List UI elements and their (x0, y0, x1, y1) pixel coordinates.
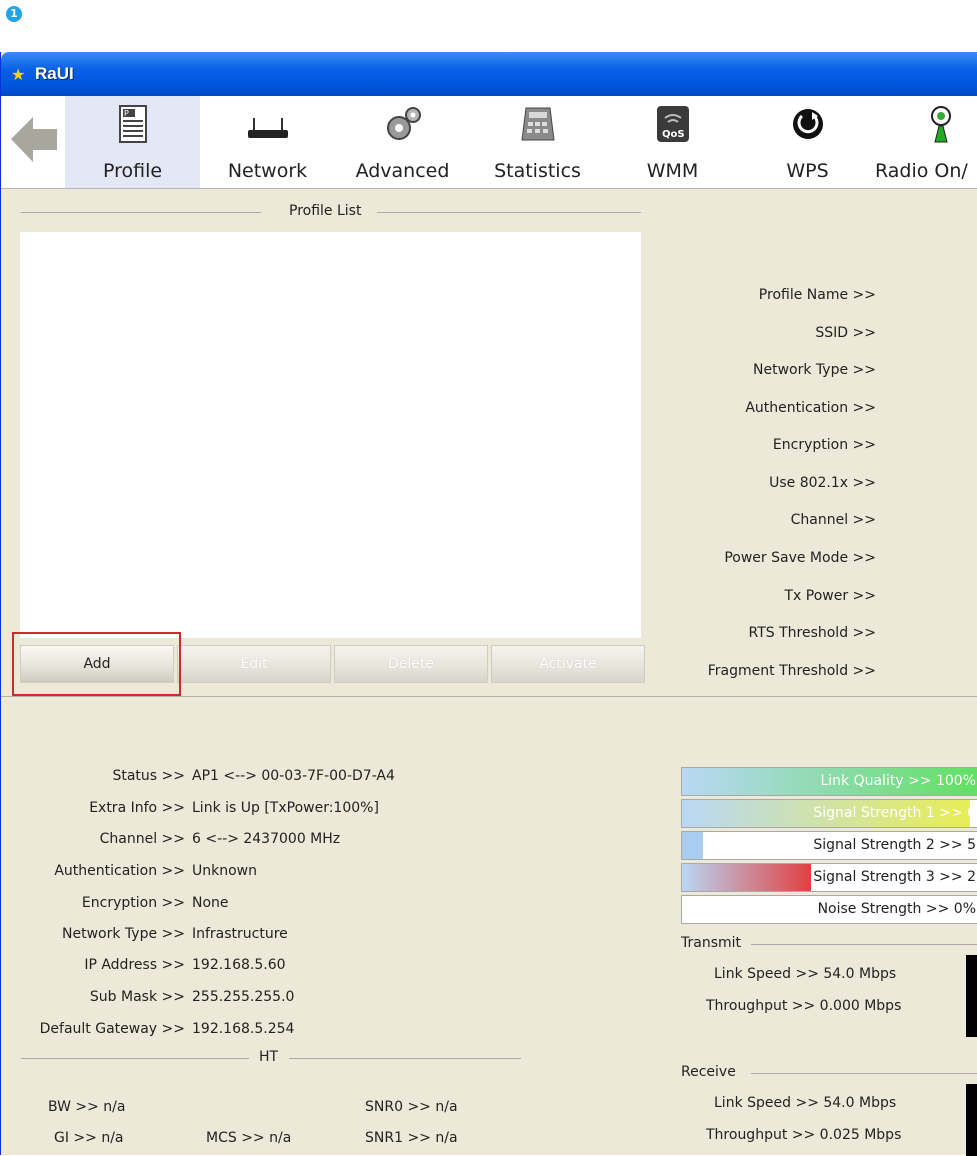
status-key-channel: Channel >> (99, 831, 185, 847)
tab-radio-on-off[interactable]: Radio On/ (875, 96, 977, 188)
status-key-ip-address: IP Address >> (84, 957, 185, 973)
signal-strength-2-bar: Signal Strength 2 >> 5 (681, 831, 977, 860)
signal-strength-1-text: Signal Strength 1 >> 6 (813, 805, 976, 821)
transmit-group: Transmit (681, 935, 977, 951)
edit-button[interactable]: Edit (177, 645, 331, 683)
link-quality-text: Link Quality >> 100% (820, 773, 976, 789)
ht-mcs: MCS >> n/a (206, 1130, 292, 1146)
status-panel: Status >> AP1 <--> 00-03-7F-00-D7-A4 Ext… (1, 697, 977, 1156)
prop-ssid: SSID >> (815, 325, 876, 341)
add-button-highlight (12, 632, 181, 696)
signal-strength-3-fill (682, 864, 811, 891)
signal-strength-3-text: Signal Strength 3 >> 2 (813, 869, 976, 885)
prop-power-save-mode: Power Save Mode >> (724, 550, 876, 566)
activate-button[interactable]: Activate (491, 645, 645, 683)
status-key-extra-info: Extra Info >> (89, 800, 185, 816)
tab-wmm[interactable]: QoS WMM (605, 96, 740, 188)
signal-strength-2-text: Signal Strength 2 >> 5 (813, 837, 976, 853)
raui-window: ★ RaUI P Profile Network Advanced Statis… (0, 52, 977, 1156)
ht-title: HT (253, 1049, 285, 1065)
status-value-network-type: Infrastructure (192, 926, 288, 942)
prop-encryption: Encryption >> (772, 437, 876, 453)
prop-fragment-threshold: Fragment Threshold >> (707, 663, 876, 679)
prop-rts-threshold: RTS Threshold >> (748, 625, 876, 641)
tab-profile[interactable]: P Profile (65, 96, 200, 188)
noise-strength-bar: Noise Strength >> 0% (681, 895, 977, 924)
profile-panel: Profile List Add Edit Delete Activate Pr… (1, 189, 977, 697)
qos-icon: QoS (656, 106, 689, 142)
prop-authentication: Authentication >> (745, 400, 876, 416)
tab-network[interactable]: Network (200, 96, 335, 188)
status-key-sub-mask: Sub Mask >> (89, 989, 185, 1005)
status-value-sub-mask: 255.255.255.0 (192, 989, 295, 1005)
calculator-icon (520, 107, 555, 141)
status-key-default-gateway: Default Gateway >> (39, 1021, 185, 1037)
svg-text:QoS: QoS (662, 129, 685, 140)
status-value-authentication: Unknown (192, 863, 257, 879)
tab-advanced[interactable]: Advanced (335, 96, 470, 188)
ht-snr0: SNR0 >> n/a (365, 1099, 458, 1115)
status-value-status: AP1 <--> 00-03-7F-00-D7-A4 (192, 768, 395, 784)
profile-icon: P (118, 105, 147, 143)
transmit-graph (966, 955, 977, 1037)
window-title: RaUI (35, 64, 74, 83)
status-key-encryption: Encryption >> (81, 895, 185, 911)
status-key-network-type: Network Type >> (62, 926, 185, 942)
tab-network-label: Network (227, 160, 308, 182)
transmit-throughput: Throughput >> 0.000 Mbps (706, 998, 902, 1014)
signal-strength-2-fill (682, 832, 703, 859)
tab-profile-label: Profile (102, 160, 163, 182)
status-key-authentication: Authentication >> (54, 863, 185, 879)
profile-list-group: Profile List (21, 203, 641, 219)
receive-graph (966, 1084, 977, 1156)
wps-icon (792, 109, 823, 139)
tab-wps[interactable]: WPS (740, 96, 875, 188)
transmit-link-speed: Link Speed >> 54.0 Mbps (714, 966, 897, 982)
status-key-status: Status >> (112, 768, 185, 784)
router-icon (247, 118, 288, 138)
signal-strength-1-bar: Signal Strength 1 >> 6 (681, 799, 977, 828)
status-value-extra-info: Link is Up [TxPower:100%] (192, 800, 379, 816)
receive-group: Receive (681, 1064, 977, 1080)
prop-tx-power: Tx Power >> (784, 588, 876, 604)
noise-strength-text: Noise Strength >> 0% (817, 901, 976, 917)
svg-text:P: P (124, 109, 129, 118)
link-quality-bar: Link Quality >> 100% (681, 767, 977, 796)
status-value-encryption: None (192, 895, 229, 911)
ht-group: HT (21, 1049, 521, 1065)
prop-profile-name: Profile Name >> (758, 287, 876, 303)
back-arrow-button[interactable] (9, 112, 59, 167)
tab-wps-label: WPS (786, 160, 829, 182)
signal-strength-3-bar: Signal Strength 3 >> 2 (681, 863, 977, 892)
profile-list-title: Profile List (283, 203, 368, 219)
tab-advanced-label: Advanced (355, 160, 450, 182)
prop-channel: Channel >> (790, 512, 876, 528)
step-number-badge: 1 (6, 6, 22, 22)
receive-throughput: Throughput >> 0.025 Mbps (706, 1127, 902, 1143)
profile-list-box[interactable] (20, 232, 641, 638)
receive-title: Receive (681, 1064, 736, 1080)
ht-bw: BW >> n/a (48, 1099, 126, 1115)
prop-use-8021x: Use 802.1x >> (769, 475, 876, 491)
status-value-ip-address: 192.168.5.60 (192, 957, 286, 973)
ht-gi: GI >> n/a (54, 1130, 124, 1146)
tab-wmm-label: WMM (646, 160, 699, 182)
tab-statistics[interactable]: Statistics (470, 96, 605, 188)
back-arrow-icon (11, 117, 57, 162)
prop-network-type: Network Type >> (753, 362, 876, 378)
tab-radio-label: Radio On/ (875, 160, 968, 182)
ht-snr1: SNR1 >> n/a (365, 1130, 458, 1146)
raui-app-icon: ★ (11, 65, 26, 84)
status-value-default-gateway: 192.168.5.254 (192, 1021, 295, 1037)
title-bar[interactable]: ★ RaUI (1, 52, 977, 96)
receive-link-speed: Link Speed >> 54.0 Mbps (714, 1095, 897, 1111)
delete-button[interactable]: Delete (334, 645, 488, 683)
gears-icon (386, 107, 421, 140)
toolbar: P Profile Network Advanced Statistics Qo… (1, 96, 977, 189)
tab-statistics-label: Statistics (494, 160, 581, 182)
transmit-title: Transmit (681, 935, 742, 951)
status-value-channel: 6 <--> 2437000 MHz (192, 831, 341, 847)
radio-antenna-icon (931, 106, 951, 143)
